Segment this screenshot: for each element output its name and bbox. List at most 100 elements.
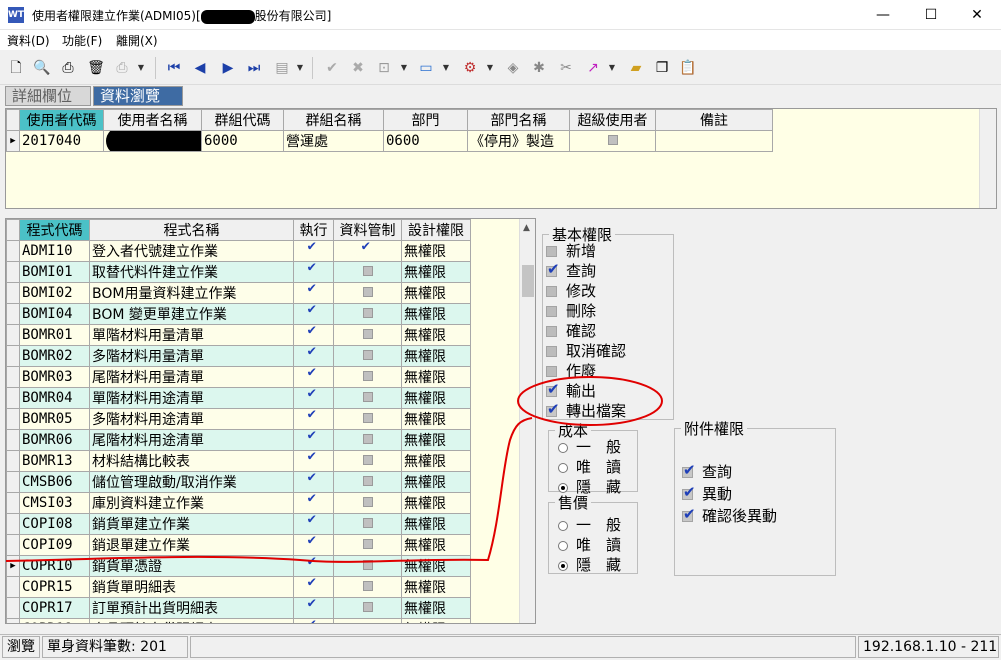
execute-checkbox[interactable] bbox=[308, 284, 320, 297]
execute-cell[interactable] bbox=[293, 240, 334, 262]
program-code-cell[interactable]: CMSI03 bbox=[19, 492, 90, 514]
tools-icon[interactable]: ✱ bbox=[529, 58, 549, 78]
execute-checkbox[interactable] bbox=[308, 452, 320, 465]
col-design-permission[interactable]: 設計權限 bbox=[401, 219, 471, 241]
data-control-cell[interactable] bbox=[333, 618, 402, 624]
program-name-cell[interactable]: 商品預計出貨明細表 bbox=[89, 618, 294, 623]
program-code-cell[interactable]: BOMR01 bbox=[19, 324, 90, 346]
new-doc-icon[interactable]: 🗋 bbox=[6, 58, 26, 78]
group-name-cell[interactable]: 營運處 bbox=[283, 130, 384, 152]
table-row[interactable]: BOMR03尾階材料用量清單 無權限 bbox=[6, 366, 471, 388]
program-code-cell[interactable]: BOMR02 bbox=[19, 345, 90, 367]
checkbox[interactable] bbox=[546, 246, 557, 257]
table-row[interactable]: COPI08銷貨單建立作業 無權限 bbox=[6, 513, 471, 535]
data-control-cell[interactable] bbox=[333, 429, 402, 451]
col-user-code[interactable]: 使用者代碼 bbox=[19, 109, 104, 131]
super-user-cell[interactable] bbox=[569, 130, 656, 152]
maximize-button[interactable]: ☐ bbox=[908, 0, 954, 30]
design-permission-cell[interactable]: 無權限 bbox=[401, 324, 471, 346]
table-row[interactable]: COPR17訂單預計出貨明細表 無權限 bbox=[6, 597, 471, 619]
chart-icon[interactable]: ↗ bbox=[583, 58, 603, 78]
execute-cell[interactable] bbox=[293, 408, 334, 430]
program-name-cell[interactable]: 銷貨單明細表 bbox=[89, 576, 294, 598]
preview-icon[interactable]: 🔍 bbox=[32, 58, 52, 78]
data-control-cell[interactable] bbox=[333, 282, 402, 304]
design-permission-cell[interactable]: 無權限 bbox=[401, 282, 471, 304]
checkbox[interactable] bbox=[546, 306, 557, 317]
execute-checkbox[interactable] bbox=[308, 368, 320, 381]
execute-cell[interactable] bbox=[293, 513, 334, 535]
radio-button[interactable] bbox=[558, 560, 568, 571]
execute-checkbox[interactable] bbox=[308, 326, 320, 339]
design-permission-cell[interactable]: 無權限 bbox=[401, 429, 471, 451]
group-code-cell[interactable]: 6000 bbox=[201, 130, 284, 152]
design-permission-cell[interactable]: 無權限 bbox=[401, 450, 471, 472]
design-permission-cell[interactable]: 無權限 bbox=[401, 240, 471, 262]
design-permission-cell[interactable]: 無權限 bbox=[401, 513, 471, 535]
design-permission-cell[interactable]: 無權限 bbox=[401, 366, 471, 388]
execute-cell[interactable] bbox=[293, 471, 334, 493]
user-name-cell[interactable] bbox=[103, 130, 202, 152]
tab-detail[interactable]: 詳細欄位 bbox=[5, 86, 91, 106]
program-name-cell[interactable]: 材料結構比較表 bbox=[89, 450, 294, 472]
program-code-cell[interactable]: BOMR04 bbox=[19, 387, 90, 409]
program-code-cell[interactable]: COPI09 bbox=[19, 534, 90, 556]
data-control-checkbox[interactable] bbox=[362, 266, 373, 276]
note-cell[interactable] bbox=[655, 130, 773, 152]
design-permission-cell[interactable]: 無權限 bbox=[401, 597, 471, 619]
table-row[interactable]: COPR18商品預計出貨明細表 無權限 bbox=[6, 618, 471, 624]
program-code-cell[interactable]: BOMI04 bbox=[19, 303, 90, 325]
design-permission-cell[interactable]: 無權限 bbox=[401, 408, 471, 430]
refresh-icon[interactable]: ⊡ bbox=[374, 58, 394, 78]
scissors-icon[interactable]: ✂ bbox=[556, 58, 576, 78]
execute-cell[interactable] bbox=[293, 597, 334, 619]
data-control-checkbox[interactable] bbox=[362, 476, 373, 486]
design-permission-cell[interactable]: 無權限 bbox=[401, 345, 471, 367]
radio-button[interactable] bbox=[558, 462, 568, 473]
execute-checkbox[interactable] bbox=[308, 515, 320, 528]
col-data-control[interactable]: 資料管制 bbox=[333, 219, 402, 241]
table-row[interactable]: CMSB06儲位管理啟動/取消作業 無權限 bbox=[6, 471, 471, 493]
data-control-checkbox[interactable] bbox=[362, 287, 373, 297]
program-name-cell[interactable]: 尾階材料用途清單 bbox=[89, 429, 294, 451]
execute-cell[interactable] bbox=[293, 576, 334, 598]
design-permission-cell[interactable]: 無權限 bbox=[401, 618, 471, 623]
basic-perm-option[interactable]: 修改 bbox=[546, 280, 596, 301]
prev-record-icon[interactable]: ◀ bbox=[190, 58, 210, 78]
table-row[interactable]: BOMR01單階材料用量清單 無權限 bbox=[6, 324, 471, 346]
basic-perm-option[interactable]: 輸出 bbox=[546, 380, 596, 401]
execute-checkbox[interactable] bbox=[308, 599, 320, 612]
data-control-cell[interactable] bbox=[333, 471, 402, 493]
folder-icon[interactable]: ▰ bbox=[626, 58, 646, 78]
data-control-cell[interactable] bbox=[333, 492, 402, 514]
data-control-checkbox[interactable] bbox=[363, 623, 373, 624]
screen-icon[interactable]: ▭ bbox=[416, 58, 436, 78]
scroll-up-arrow-icon[interactable]: ▲ bbox=[523, 223, 530, 233]
chevron-down-icon[interactable]: ▼ bbox=[608, 58, 616, 78]
printer-icon[interactable]: ⎙ bbox=[112, 58, 132, 78]
first-record-icon[interactable]: ⏮ bbox=[164, 58, 184, 78]
table-row[interactable]: ▶ 2017040 6000 營運處 0600 《停用》製造 bbox=[6, 130, 773, 152]
paste-icon[interactable]: 📋 bbox=[678, 58, 698, 78]
chevron-down-icon[interactable]: ▼ bbox=[137, 58, 145, 78]
program-name-cell[interactable]: 多階材料用量清單 bbox=[89, 345, 294, 367]
data-control-cell[interactable] bbox=[333, 240, 402, 262]
super-user-checkbox[interactable] bbox=[607, 135, 618, 145]
program-name-cell[interactable]: 儲位管理啟動/取消作業 bbox=[89, 471, 294, 493]
program-name-cell[interactable]: 單階材料用量清單 bbox=[89, 324, 294, 346]
chevron-down-icon[interactable]: ▼ bbox=[400, 58, 408, 78]
price-option[interactable]: 隱 藏 bbox=[558, 554, 621, 575]
program-name-cell[interactable]: 庫別資料建立作業 bbox=[89, 492, 294, 514]
program-name-cell[interactable]: 尾階材料用量清單 bbox=[89, 366, 294, 388]
program-code-cell[interactable]: COPI08 bbox=[19, 513, 90, 535]
cost-option[interactable]: 唯 讀 bbox=[558, 456, 621, 477]
col-group-code[interactable]: 群組代碼 bbox=[201, 109, 284, 131]
data-control-checkbox[interactable] bbox=[362, 413, 373, 423]
execute-checkbox[interactable] bbox=[308, 305, 320, 318]
program-name-cell[interactable]: 銷貨單建立作業 bbox=[89, 513, 294, 535]
data-control-checkbox[interactable] bbox=[362, 539, 373, 549]
table-row[interactable]: BOMI04BOM 變更單建立作業 無權限 bbox=[6, 303, 471, 325]
basic-perm-option[interactable]: 新增 bbox=[546, 240, 596, 261]
radio-button[interactable] bbox=[558, 442, 568, 453]
col-user-name[interactable]: 使用者名稱 bbox=[103, 109, 202, 131]
